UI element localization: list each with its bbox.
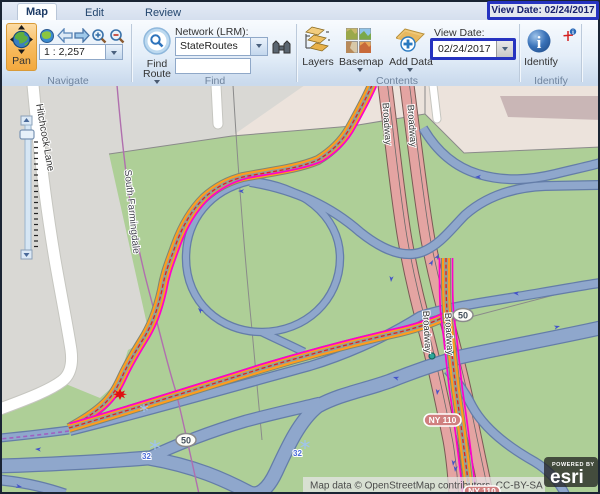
svg-text:i: i xyxy=(537,33,542,52)
svg-text:Broadway: Broadway xyxy=(420,310,433,353)
svg-text:50: 50 xyxy=(458,311,468,321)
svg-text:32: 32 xyxy=(142,452,151,461)
svg-text:50: 50 xyxy=(181,436,191,446)
svg-text:NY 110: NY 110 xyxy=(429,415,457,425)
svg-text:NY 110: NY 110 xyxy=(468,486,496,492)
svg-text:esri: esri xyxy=(550,467,584,488)
svg-text:Broadway: Broadway xyxy=(442,312,455,355)
svg-text:Map data © OpenStreetMap contr: Map data © OpenStreetMap contributors, C… xyxy=(310,481,543,492)
svg-text:32: 32 xyxy=(293,449,302,458)
